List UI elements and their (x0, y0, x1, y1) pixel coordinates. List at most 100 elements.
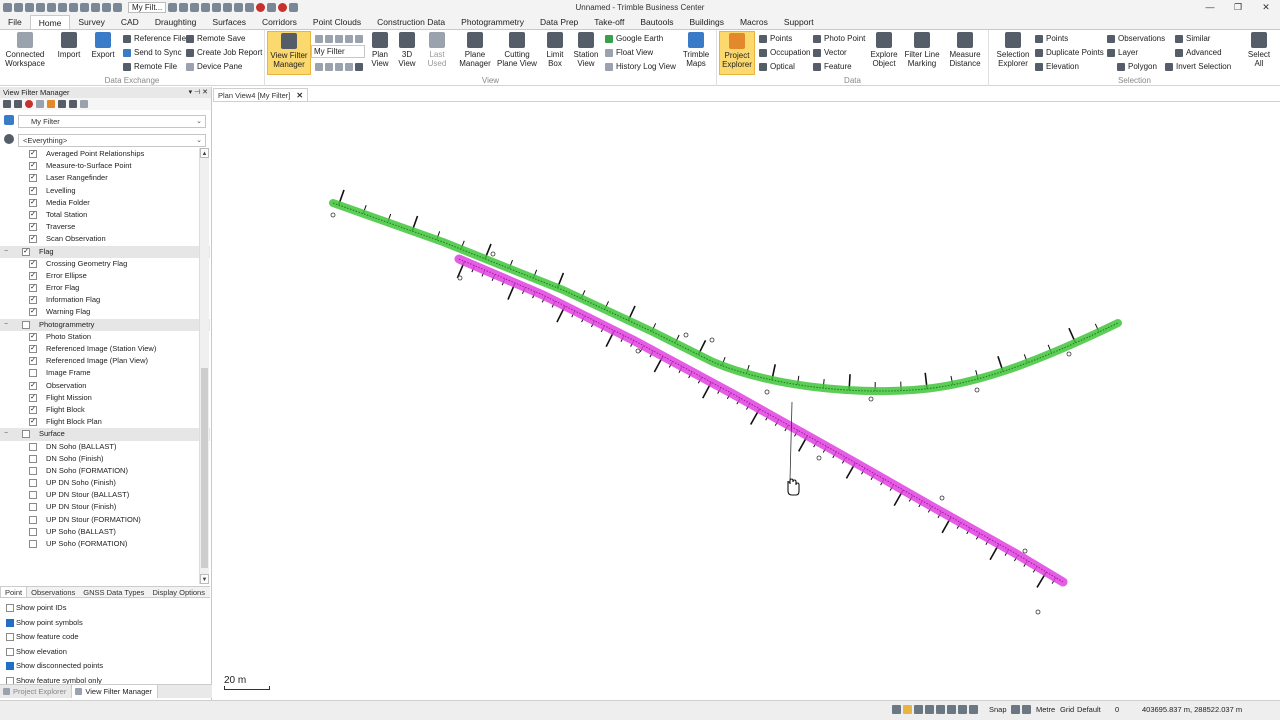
customize-icon[interactable] (289, 2, 299, 12)
tree-checkbox[interactable]: ✓ (29, 357, 37, 366)
zoom-icon[interactable] (914, 705, 923, 714)
last-used-button[interactable]: Last Used (423, 31, 451, 75)
close-button[interactable]: ✕ (1252, 0, 1280, 14)
tree-item[interactable]: ✓ Laser Rangefinder (0, 172, 210, 184)
copy-filter-icon[interactable] (36, 100, 44, 108)
reset-filter-icon[interactable] (80, 100, 88, 108)
select-points-button[interactable]: Points (1035, 32, 1068, 45)
select-polygon-button[interactable]: Polygon (1117, 60, 1157, 73)
tree-checkbox[interactable]: ✓ (22, 247, 30, 256)
tree-checkbox[interactable] (29, 527, 37, 536)
tree-item[interactable]: ✓ Error Flag (0, 282, 210, 294)
tree-checkbox[interactable] (22, 320, 30, 329)
tree-checkbox[interactable]: ✓ (29, 259, 37, 268)
tree-group[interactable]: − Photogrammetry (0, 318, 210, 331)
tree-checkbox[interactable] (29, 540, 37, 548)
measure-icon[interactable] (113, 2, 122, 12)
tree-item[interactable]: ✓ Scan Observation (0, 233, 210, 245)
tab-data-prep[interactable]: Data Prep (532, 15, 586, 29)
tree-item[interactable]: ✓ Media Folder (0, 197, 210, 209)
macro-icon[interactable] (267, 2, 277, 12)
remote-save-button[interactable]: Remote Save (186, 32, 245, 45)
select-icon[interactable] (91, 2, 100, 12)
create-job-report-button[interactable]: Create Job Report (186, 46, 262, 59)
scroll-thumb[interactable] (201, 368, 208, 568)
tree-checkbox[interactable]: ✓ (29, 174, 37, 183)
tree-group[interactable]: − Surface (0, 428, 210, 441)
layer-filter-icon[interactable] (47, 100, 55, 108)
tree-item[interactable]: ✓ Error Ellipse (0, 270, 210, 282)
layer-icon[interactable] (102, 2, 111, 12)
tree-checkbox[interactable]: ✓ (29, 345, 37, 353)
snap-mode-icon[interactable] (892, 705, 901, 714)
tree-checkbox[interactable]: ✓ (29, 405, 37, 414)
tree-item[interactable]: ✓ Levelling (0, 185, 210, 197)
tree-checkbox[interactable]: ✓ (29, 150, 37, 158)
point-option[interactable]: Show point IDs (0, 601, 210, 616)
option-tab-display-options[interactable]: Display Options (148, 587, 209, 597)
send-to-sync-button[interactable]: Send to Sync (123, 46, 182, 59)
tree-checkbox[interactable] (29, 454, 37, 463)
remote-file-button[interactable]: Remote File (123, 60, 177, 73)
tab-cad[interactable]: CAD (113, 15, 147, 29)
select-advanced-button[interactable]: Advanced (1175, 46, 1222, 59)
tree-checkbox[interactable]: ✓ (29, 332, 37, 341)
tree-item[interactable]: Image Frame (0, 367, 210, 379)
select-observations-button[interactable]: Observations (1107, 32, 1165, 45)
history-log-view-button[interactable]: History Log View (605, 60, 676, 73)
google-earth-button[interactable]: Google Earth (605, 32, 663, 45)
settings-icon[interactable] (80, 2, 89, 12)
tree-item[interactable]: UP Soho (FORMATION) (0, 538, 210, 550)
tree-checkbox[interactable]: ✓ (29, 308, 37, 317)
select-similar-button[interactable]: Similar (1175, 32, 1210, 45)
filter-line-marking-button[interactable]: Filter Line Marking (903, 31, 941, 75)
refresh-icon[interactable] (345, 62, 353, 71)
angle-icon[interactable] (969, 705, 978, 714)
tab-draughting[interactable]: Draughting (147, 15, 205, 29)
tab-file[interactable]: File (0, 15, 30, 29)
photo-point-button[interactable]: Photo Point (813, 32, 865, 45)
tree-scrollbar[interactable]: ▲ ▼ (199, 148, 209, 584)
export-button[interactable]: Export (84, 31, 122, 75)
tree-group[interactable]: − ✓ Flag (0, 245, 210, 258)
tree-checkbox[interactable] (22, 430, 30, 439)
maximize-button[interactable]: ❐ (1224, 0, 1252, 14)
float-view-button[interactable]: Float View (605, 46, 653, 59)
panel-tab-project-explorer[interactable]: Project Explorer (0, 685, 71, 698)
explore-object-button[interactable]: Explore Object (867, 31, 901, 75)
pin-icon[interactable]: ⊣ (194, 89, 200, 96)
tab-buildings[interactable]: Buildings (681, 15, 732, 29)
ortho-icon[interactable] (947, 705, 956, 714)
tree-item[interactable]: DN Soho (Finish) (0, 453, 210, 465)
tab-support[interactable]: Support (776, 15, 822, 29)
zoom-previous-icon[interactable] (355, 34, 363, 43)
tab-photogrammetry[interactable]: Photogrammetry (453, 15, 532, 29)
tree-checkbox[interactable]: ✓ (29, 393, 37, 402)
layer-display[interactable]: Default (1077, 705, 1101, 714)
pan-icon[interactable] (325, 62, 333, 71)
point-option[interactable]: Show elevation (0, 645, 210, 660)
save-filter-icon[interactable] (14, 100, 22, 108)
tree-checkbox[interactable] (29, 466, 37, 475)
rotate-icon[interactable] (315, 62, 323, 71)
filter-dropdown[interactable]: My Filter ⌄ (18, 115, 206, 128)
tree-checkbox[interactable] (29, 491, 37, 500)
data-points-button[interactable]: Points (759, 32, 792, 45)
tree-checkbox[interactable] (29, 515, 37, 524)
import-filter-icon[interactable] (58, 100, 66, 108)
selection-mode-icon[interactable] (903, 705, 912, 714)
stop-icon[interactable] (278, 2, 288, 12)
tree-item[interactable]: UP DN Stour (Finish) (0, 501, 210, 513)
option-tab-observations[interactable]: Observations (27, 587, 79, 597)
plan-view-canvas[interactable] (213, 101, 1280, 698)
duplicate-points-button[interactable]: Duplicate Points (1035, 46, 1104, 59)
measure-distance-button[interactable]: Measure Distance (945, 31, 985, 75)
tree-checkbox[interactable]: ✓ (29, 210, 37, 219)
scope-dropdown[interactable]: <Everything> ⌄ (18, 134, 206, 147)
new-project-icon[interactable] (25, 2, 34, 12)
tree-item[interactable]: UP DN Soho (Finish) (0, 477, 210, 489)
select-layer-button[interactable]: Layer (1107, 46, 1138, 59)
point-option[interactable]: Show point symbols (0, 616, 210, 631)
tab-surfaces[interactable]: Surfaces (204, 15, 254, 29)
record-icon[interactable] (256, 2, 266, 12)
